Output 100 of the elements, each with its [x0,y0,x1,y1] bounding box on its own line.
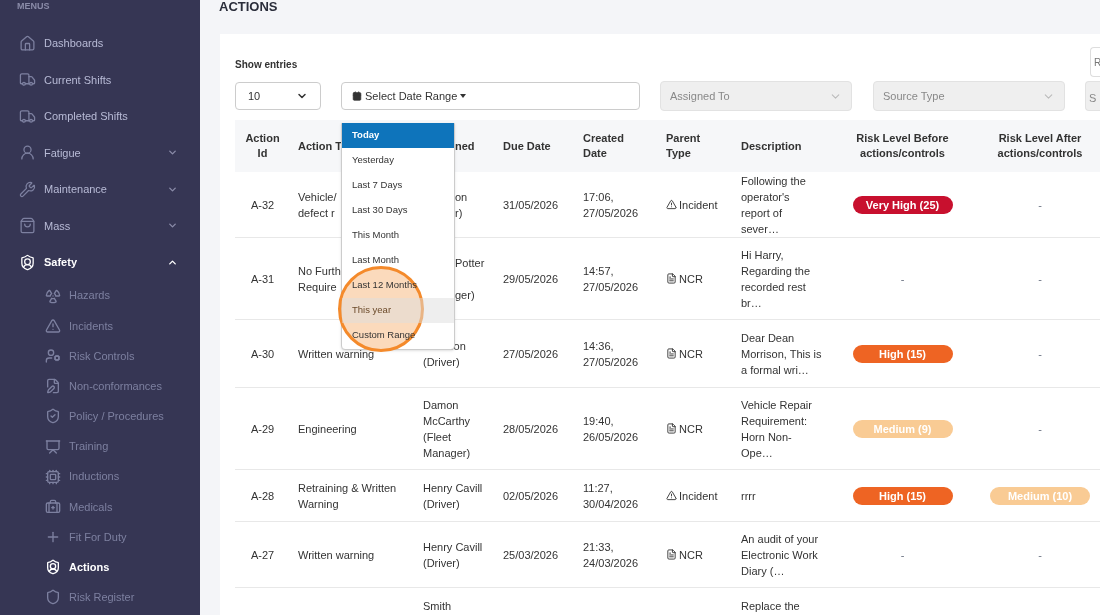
column-header: Due Date [502,138,552,154]
table-cell-text: 14:36, 27/05/2026 [582,338,640,370]
risk-badge: Medium (10) [990,486,1090,505]
menu-item[interactable]: Yesterday [342,148,454,173]
table-cell-text: Henry Cavill (Driver) [423,539,483,571]
shield-icon [45,589,61,606]
table-cell-text: Damon McCarthy (Fleet Manager) [423,397,471,461]
chip-icon [45,468,61,485]
menu-item[interactable]: Today [342,123,454,148]
risk-empty: - [1038,271,1042,287]
menu-item[interactable]: Last Month [342,248,454,273]
sidebar-item[interactable]: Mass [0,207,200,244]
column-header: ned [454,138,476,154]
table-cell-text: Dear Dean Morrison, This is a formal wri… [740,330,823,378]
filter-select[interactable]: S [1085,81,1100,111]
risk-badge: Medium (9) [852,419,953,438]
table-cell-text: 14:57, 27/05/2026 [582,263,640,295]
calendar-icon [352,91,362,101]
table-cell-text: Replace the [740,599,801,614]
table-cell-text: Written warning [298,547,375,563]
sidebar-item[interactable]: Safety [0,244,200,281]
radiation-icon [45,287,61,304]
sidebar-item[interactable]: Current Shifts [0,61,200,98]
document-pen-icon [45,378,61,395]
document-icon [666,348,677,359]
table-cell-text: Engineering [298,421,357,437]
person-gear-icon [45,347,61,364]
warning-icon [666,199,677,210]
show-entries-label: Show entries [235,58,298,72]
warning-icon [45,317,61,334]
table-cell-text: 27/05/2026 [502,346,560,362]
column-header: Parent Type [665,131,702,161]
source-type-select[interactable]: Source Type [873,81,1065,111]
person-shield-icon [19,253,36,271]
table-cell-text: 25/03/2026 [502,547,560,563]
menu-item[interactable]: Last 30 Days [342,198,454,223]
table-cell-text: on r) [455,189,468,221]
table-cell-text: Vehicle/ defect r [298,189,337,221]
parent-type: Incident [679,488,718,504]
table-cell-text: 21:33, 24/03/2026 [582,539,640,571]
sidebar-heading: MENUS [16,0,51,12]
truck-icon [19,107,36,125]
risk-empty: - [1038,346,1042,362]
document-icon [666,423,677,434]
house-icon [19,34,36,52]
table-cell-text: 31/05/2026 [502,197,560,213]
table-cell-text: A-29 [249,421,276,437]
wrench-icon [19,180,36,198]
person-icon [19,144,36,162]
date-range-field[interactable]: Select Date Range [341,82,640,110]
table-cell-text: A-31 [249,271,276,287]
table-cell-text: Following the operator's report of sever… [740,173,807,237]
table-cell-text: No Furth Require [298,263,341,295]
risk-empty: - [1038,197,1042,213]
bag-icon [19,217,36,235]
table-cell-text: An audit of your Electronic Work Diary (… [740,531,820,579]
table-cell-text: Vehicle Repair Requirement: Horn Non-Ope… [740,397,813,461]
parent-type: NCR [679,346,703,362]
table-cell-text: A-28 [249,488,276,504]
table-cell-text: Hi Harry, Regarding the recorded rest br… [740,247,812,311]
caret-icon [460,94,467,98]
truck-icon [19,71,36,89]
sidebar-item[interactable]: Dashboards [0,25,200,62]
filter-field[interactable]: R [1090,47,1100,77]
table-cell-text: A-27 [249,547,276,563]
document-icon [666,273,677,284]
table-cell-text: A-30 [249,346,276,362]
table-cell-text: 11:27, 30/04/2026 [582,480,640,512]
parent-type: NCR [679,271,703,287]
sidebar-subitem[interactable]: Actions [0,552,200,583]
entries-select[interactable]: 10 [235,82,321,110]
assigned-to-select[interactable]: Assigned To [660,81,852,111]
menu-item[interactable]: This Month [342,223,454,248]
page-title: ACTIONS [218,0,279,15]
presentation-icon [45,438,61,455]
sidebar-item[interactable]: Fatigue [0,134,200,171]
column-header: Created Date [582,131,625,161]
shield-check-icon [45,408,61,425]
column-header: Risk Level Before actions/controls [855,131,950,161]
menu-item[interactable]: This year [342,298,454,323]
table-cell-text: 28/05/2026 [502,421,560,437]
sidebar-item[interactable]: Completed Shifts [0,98,200,135]
table-cell-text: Smith [423,599,452,614]
risk-empty: - [1038,547,1042,563]
sidebar-item[interactable]: Maintenance [0,171,200,208]
parent-type: NCR [679,421,703,437]
table-cell-text: A-32 [249,197,276,213]
table-cell-text: 29/05/2026 [502,271,560,287]
risk-empty: - [900,271,905,287]
menu-item[interactable]: Last 7 Days [342,173,454,198]
column-header: Action Id [244,131,281,161]
risk-empty: - [900,547,905,563]
table-cell-text: Henry Cavill (Driver) [423,480,483,512]
table-cell-text: 19:40, 26/05/2026 [582,413,640,445]
risk-empty: - [1038,421,1042,437]
table-cell-text: 17:06, 27/05/2026 [582,189,640,221]
parent-type: Incident [679,197,718,213]
column-header: Risk Level After actions/controls [996,131,1084,161]
table-cell-text: 02/05/2026 [502,488,560,504]
table-cell-text: Retraining & Written Warning [298,480,397,512]
